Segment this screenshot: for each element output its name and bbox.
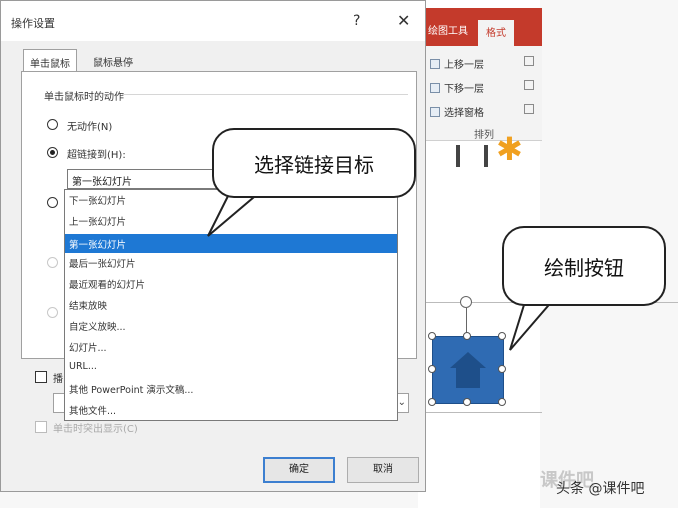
callout-choose-target: 选择链接目标 <box>212 128 416 198</box>
chevron-down-icon: ⌄ <box>397 397 406 408</box>
list-item[interactable]: 最后一张幻灯片 <box>69 256 136 270</box>
list-item[interactable]: 其他文件... <box>69 403 116 417</box>
radio-object-action <box>47 307 58 318</box>
dialog-titlebar: 操作设置 ? ✕ <box>1 1 425 41</box>
tab-drawing-tools[interactable]: 绘图工具 <box>428 22 468 37</box>
play-sound-label: 播 <box>53 374 63 385</box>
radio-run-program[interactable] <box>47 197 58 208</box>
ok-button[interactable]: 确定 <box>263 457 335 483</box>
bring-forward-icon <box>430 58 440 69</box>
ribbon-tab-strip: 绘图工具 格式 <box>418 8 542 46</box>
callout-draw-button-text: 绘制按钮 <box>544 255 624 280</box>
no-action-label: 无动作(N) <box>67 122 113 133</box>
action-group-label: 单击鼠标时的动作 <box>44 92 124 103</box>
hyperlink-label: 超链接到(H): <box>67 150 126 161</box>
play-sound-checkbox[interactable] <box>35 371 47 383</box>
list-item[interactable]: 最近观看的幻灯片 <box>69 277 145 291</box>
dialog-title: 操作设置 <box>11 17 55 30</box>
list-item[interactable]: 结束放映 <box>69 298 107 312</box>
send-backward-label: 下移一层 <box>444 84 484 95</box>
radio-run-macro <box>47 257 58 268</box>
home-icon <box>450 352 486 388</box>
list-item[interactable]: 自定义放映... <box>69 319 126 333</box>
list-item[interactable]: 幻灯片... <box>69 340 107 354</box>
selection-pane-label: 选择窗格 <box>444 108 484 119</box>
group-divider <box>122 94 408 95</box>
slide-divider-lower <box>418 412 542 413</box>
ribbon: 绘图工具 格式 上移一层 下移一层 选择窗格 排列 <box>418 8 542 141</box>
watermark-text: 头条 @课件吧 <box>556 481 645 497</box>
callout-choose-target-text: 选择链接目标 <box>254 152 374 177</box>
selection-pane-icon <box>430 106 440 117</box>
rotation-stem <box>466 308 467 334</box>
close-icon[interactable]: ✕ <box>397 11 410 30</box>
list-item[interactable]: URL... <box>69 361 97 372</box>
send-backward-icon <box>430 82 440 93</box>
send-backward-button[interactable]: 下移一层 <box>430 80 484 95</box>
callout-draw-button: 绘制按钮 <box>502 226 666 306</box>
list-item[interactable]: 下一张幻灯片 <box>69 193 126 207</box>
resize-handle-se[interactable] <box>498 398 506 406</box>
align-icon[interactable] <box>524 56 534 66</box>
resize-handle-e[interactable] <box>498 365 506 373</box>
resize-handle-w[interactable] <box>428 365 436 373</box>
resize-handle-s[interactable] <box>463 398 471 406</box>
arrange-group-label: 排列 <box>474 130 494 141</box>
radio-no-action[interactable] <box>47 119 58 130</box>
rotation-handle[interactable] <box>460 296 472 308</box>
help-icon[interactable]: ? <box>353 13 360 29</box>
asterisk-icon: ✱ <box>496 130 523 168</box>
resize-handle-n[interactable] <box>463 332 471 340</box>
resize-handle-nw[interactable] <box>428 332 436 340</box>
hyperlink-select[interactable]: 第一张幻灯片 <box>67 169 217 189</box>
bring-forward-label: 上移一层 <box>444 60 484 71</box>
list-item[interactable]: 其他 PowerPoint 演示文稿... <box>69 382 193 396</box>
highlight-click-checkbox <box>35 421 47 433</box>
list-item[interactable]: 上一张幻灯片 <box>69 214 126 228</box>
tab-mouse-click[interactable]: 单击鼠标 <box>23 49 77 71</box>
tab-format[interactable]: 格式 <box>478 20 514 46</box>
cancel-button[interactable]: 取消 <box>347 457 419 483</box>
group-icon[interactable] <box>524 80 534 90</box>
resize-handle-sw[interactable] <box>428 398 436 406</box>
bring-forward-button[interactable]: 上移一层 <box>430 56 484 71</box>
selection-pane-button[interactable]: 选择窗格 <box>430 104 484 119</box>
slide-decoration-bracket <box>456 145 488 167</box>
tab-mouse-over[interactable]: 鼠标悬停 <box>87 49 139 71</box>
highlight-click-label: 单击时突出显示(C) <box>53 424 138 435</box>
rotate-icon[interactable] <box>524 104 534 114</box>
radio-hyperlink[interactable] <box>47 147 58 158</box>
